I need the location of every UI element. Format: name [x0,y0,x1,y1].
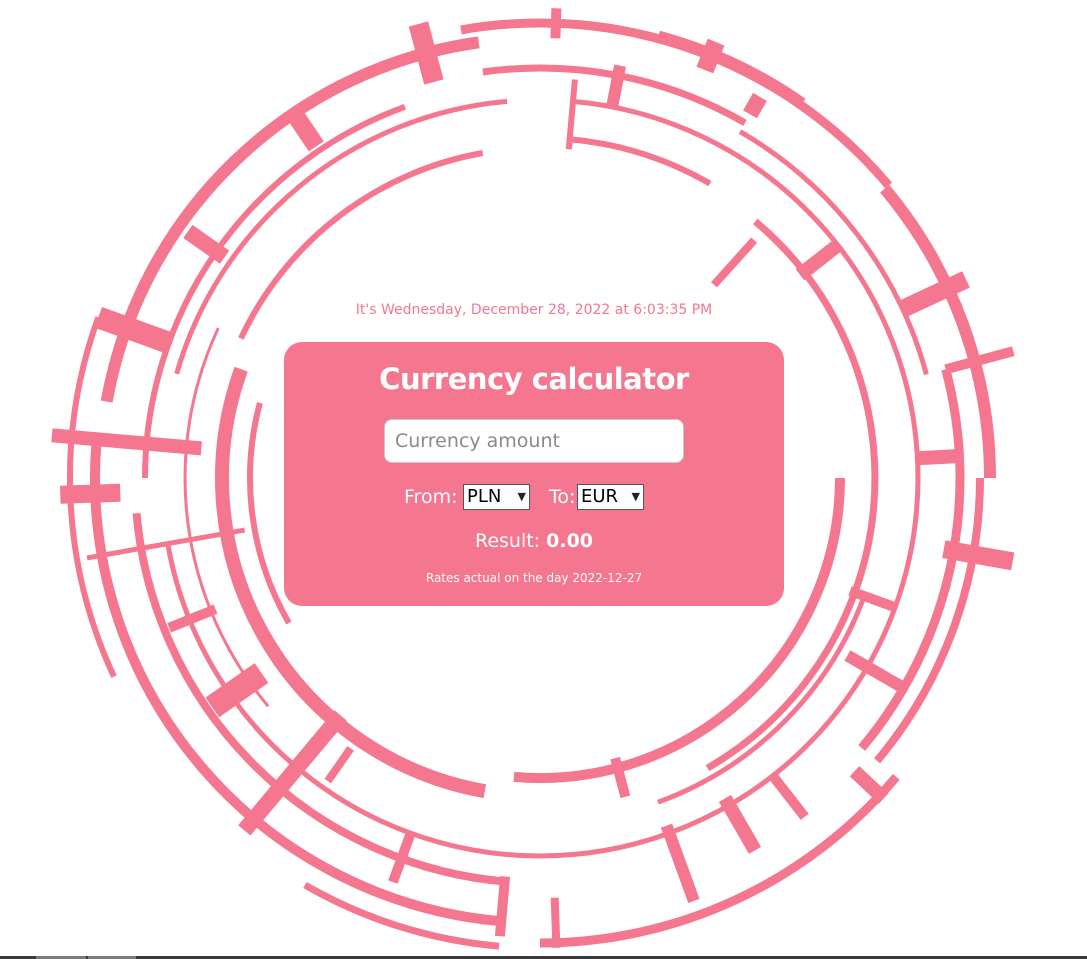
ring-tick [51,428,202,456]
result-line: Result: 0.00 [284,530,784,552]
ring-tick [660,823,700,903]
ring-tick [283,104,324,152]
from-currency-select[interactable]: PLN ▼ [463,484,530,510]
ring-arc [657,595,867,805]
ring-tick [324,746,354,784]
ring-tick [494,876,511,937]
ring-tick [59,483,121,504]
ring-tick [550,897,561,948]
calculator-title: Currency calculator [379,362,689,396]
ring-tick [848,586,899,613]
ring-tick [550,8,562,39]
result-value: 0.00 [546,530,594,552]
ring-tick [942,540,1015,571]
ring-tick [795,238,844,281]
ring-arc [569,136,712,187]
currency-selectors: From: PLN ▼ To: EUR ▼ [284,484,784,514]
from-currency-value: PLN [467,486,502,507]
currency-amount-input[interactable] [384,419,684,463]
result-label: Result: [474,530,541,552]
ring-arc [460,18,893,189]
ring-arc [880,184,996,479]
ring-tick [849,766,889,804]
current-datetime: It's Wednesday, December 28, 2022 at 6:0… [355,302,713,318]
to-currency-value: EUR [581,486,619,507]
ring-tick [770,774,809,820]
ring-tick [919,449,960,466]
ring-tick [711,237,758,288]
ring-tick [183,224,230,264]
calculator-panel: Currency calculator From: PLN ▼ To: EUR … [284,342,784,606]
ring-tick [408,21,444,85]
to-label: To: [549,486,576,508]
chevron-down-icon: ▼ [517,490,526,503]
from-label: From: [404,486,458,508]
ring-tick [86,527,246,561]
ring-tick [718,794,762,854]
ring-tick [743,92,767,119]
chevron-down-icon: ▼ [631,490,640,503]
ring-tick [606,64,626,107]
rates-date-note: Rates actual on the day 2022-12-27 [425,571,643,585]
to-currency-select[interactable]: EUR ▼ [577,484,644,510]
ring-tick [94,306,173,354]
ring-arc [539,774,900,948]
ring-tick [696,38,725,74]
